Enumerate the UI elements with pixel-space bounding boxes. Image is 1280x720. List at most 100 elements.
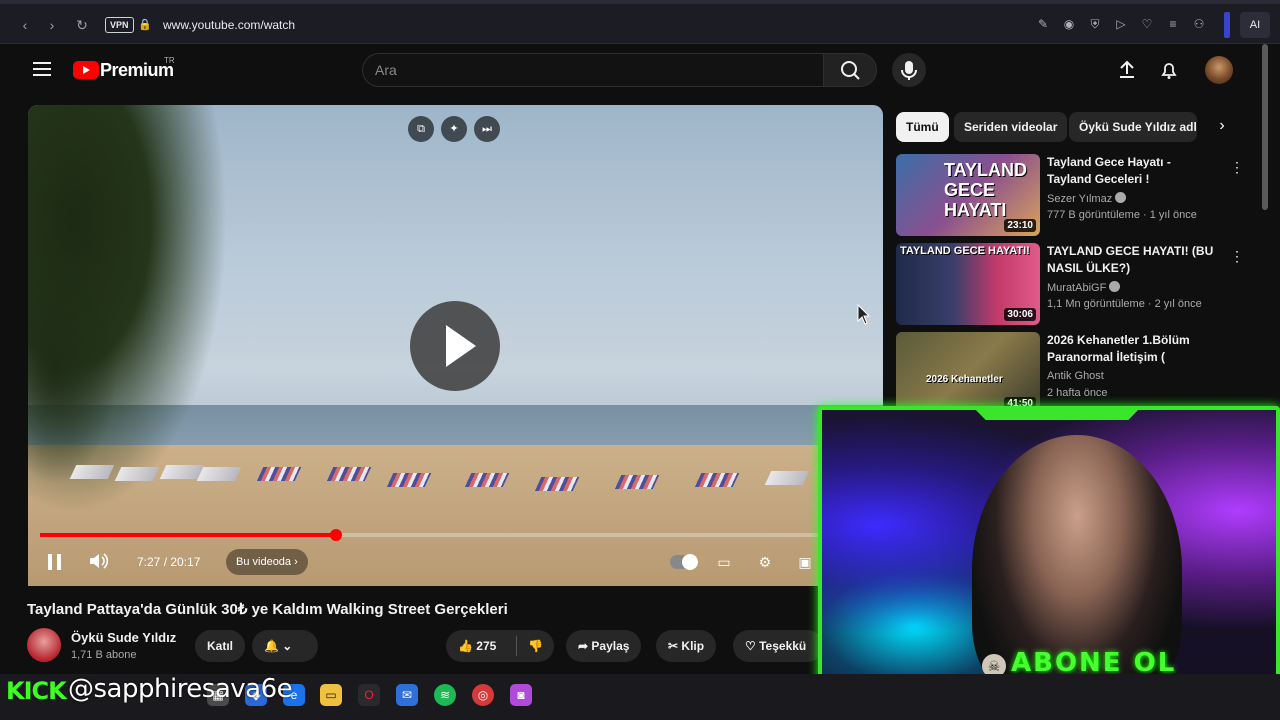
camera-icon[interactable]: ◉: [1061, 16, 1077, 32]
chevron-right-icon: ›: [294, 556, 298, 568]
account-avatar[interactable]: [1205, 56, 1233, 84]
share-label: Paylaş: [591, 639, 630, 653]
subtitles-icon[interactable]: ▭: [714, 553, 734, 571]
mail-icon[interactable]: ✉: [396, 684, 418, 706]
search-button[interactable]: [823, 53, 877, 87]
more-options-icon[interactable]: ⋮: [1230, 247, 1244, 265]
bell-icon: 🔔: [264, 639, 279, 653]
progress-bar[interactable]: [40, 529, 840, 541]
youtube-logo-icon[interactable]: [73, 61, 99, 79]
channel-name[interactable]: Öykü Sude Yıldız: [71, 630, 176, 645]
rec-channel: Sezer Yılmaz: [1047, 192, 1127, 205]
thumbnail-text: 2026 Kehanetler: [926, 374, 1003, 385]
clip-button[interactable]: ✂ Klip: [656, 630, 717, 662]
menu-icon[interactable]: ≡: [1165, 16, 1181, 32]
rec-channel-name[interactable]: MuratAbiGF: [1047, 282, 1106, 294]
video-thumbnail[interactable]: TAYLAND GECE HAYATI! 30:06: [896, 243, 1040, 325]
thanks-button[interactable]: ♡ Teşekkü: [733, 630, 823, 662]
more-options-icon[interactable]: ⋮: [1230, 336, 1236, 354]
chip-series[interactable]: Seriden videolar: [954, 112, 1068, 142]
video-thumbnail[interactable]: 2026 Kehanetler 41:50: [896, 332, 1040, 410]
webcam-overlay: ☠ ABONE OL: [818, 406, 1280, 694]
play-icon[interactable]: ▷: [1113, 16, 1129, 32]
ai-button[interactable]: AI: [1240, 12, 1270, 38]
thanks-heart-icon: ♡: [745, 639, 756, 653]
chevron-down-icon: ⌄: [282, 639, 293, 653]
notifications-bell-icon[interactable]: [1159, 60, 1179, 80]
join-button[interactable]: Katıl: [195, 630, 246, 662]
rec-title[interactable]: TAYLAND GECE HAYATI! (BU NASIL ÜLKE?): [1047, 243, 1217, 277]
rec-channel-name[interactable]: Antik Ghost: [1047, 370, 1104, 382]
camera-app-icon[interactable]: ◙: [510, 684, 532, 706]
chapter-label: Bu videoda: [236, 556, 292, 568]
kick-logo: KICK: [6, 677, 67, 705]
shield-icon[interactable]: ⛨: [1087, 16, 1103, 32]
verified-icon: [1109, 281, 1121, 292]
theater-mode-icon[interactable]: ▣: [795, 553, 815, 571]
clip-label: Klip: [681, 639, 705, 653]
heart-icon[interactable]: ♡: [1139, 16, 1155, 32]
search-input[interactable]: [362, 53, 824, 87]
tab-strip: [0, 0, 1280, 4]
edit-icon[interactable]: ✎: [1035, 16, 1051, 32]
rec-meta: 2 hafta önce: [1047, 387, 1108, 399]
pause-icon[interactable]: [48, 554, 62, 570]
chevron-right-icon[interactable]: ›: [1212, 116, 1232, 136]
logo-text[interactable]: Premium: [100, 60, 174, 81]
chapter-button[interactable]: Bu videoda ›: [226, 549, 308, 575]
region-code: TR: [164, 56, 175, 65]
search-icon: [841, 61, 860, 80]
progress-scrubber[interactable]: [330, 529, 342, 541]
microphone-icon: [901, 61, 917, 80]
upload-icon[interactable]: [1117, 60, 1137, 80]
forward-icon[interactable]: ›: [43, 16, 61, 34]
big-play-button[interactable]: [410, 301, 500, 391]
volume-icon[interactable]: [88, 551, 110, 571]
profile-icon[interactable]: ⚇: [1191, 16, 1207, 32]
search-placeholder: Ara: [375, 62, 397, 78]
hamburger-menu-icon[interactable]: [33, 62, 51, 76]
more-options-icon[interactable]: ⋮: [1230, 158, 1244, 176]
opera-icon[interactable]: O: [358, 684, 380, 706]
chip-channel[interactable]: Öykü Sude Yıldız adlı: [1069, 112, 1197, 142]
rec-channel-name[interactable]: Sezer Yılmaz: [1047, 193, 1112, 205]
settings-gear-icon[interactable]: ⚙: [755, 553, 775, 571]
reload-icon[interactable]: ↻: [73, 16, 91, 34]
channel-avatar[interactable]: [27, 628, 61, 662]
ai-sparkle-icon[interactable]: ✦: [441, 116, 467, 142]
like-count: 275: [476, 639, 497, 653]
progress-played: [40, 533, 336, 537]
beach-chair: [326, 467, 372, 481]
thumbs-down-icon[interactable]: 👎: [528, 630, 543, 662]
chip-all[interactable]: Tümü: [896, 112, 949, 142]
like-button[interactable]: 👍 275: [458, 630, 496, 662]
miniplayer-icon[interactable]: ⧉: [408, 116, 434, 142]
beach-chair: [694, 473, 740, 487]
back-icon[interactable]: ‹: [16, 16, 34, 34]
share-button[interactable]: ➦ Paylaş: [566, 630, 642, 662]
webcam-frame-accent: [972, 410, 1142, 420]
voice-search-button[interactable]: [892, 53, 926, 87]
spotify-icon[interactable]: ≋: [434, 684, 456, 706]
address-bar[interactable]: www.youtube.com/watch: [163, 18, 295, 32]
skip-icon[interactable]: ⏭: [474, 116, 500, 142]
page-scrollbar[interactable]: [1262, 44, 1268, 210]
rec-title[interactable]: Tayland Gece Hayatı - Tayland Geceleri !: [1047, 154, 1217, 188]
lock-icon[interactable]: 🔒: [138, 18, 152, 31]
thumbs-up-icon: 👍: [458, 639, 473, 653]
subscriber-count: 1,71 B abone: [71, 649, 137, 661]
vpn-badge[interactable]: VPN: [105, 17, 134, 33]
subscription-bell-button[interactable]: 🔔 ⌄: [252, 630, 318, 662]
beach-chair: [464, 473, 510, 487]
rec-title[interactable]: 2026 Kehanetler 1.Bölüm Paranormal İleti…: [1047, 332, 1217, 366]
share-icon: ➦: [578, 639, 589, 653]
list-item[interactable]: 2026 Kehanetler 41:50 2026 Kehanetler 1.…: [896, 332, 1236, 410]
taskbar-app-icon[interactable]: ◎: [472, 684, 494, 706]
beach-chair: [256, 467, 302, 481]
video-thumbnail[interactable]: TAYLAND GECE HAYATI 23:10: [896, 154, 1040, 236]
autoplay-toggle[interactable]: [670, 554, 698, 570]
folder-icon[interactable]: ▭: [320, 684, 342, 706]
list-item[interactable]: TAYLAND GECE HAYATI 23:10 Tayland Gece H…: [896, 154, 1244, 236]
list-item[interactable]: TAYLAND GECE HAYATI! 30:06 TAYLAND GECE …: [896, 243, 1244, 325]
beach-chair: [69, 465, 115, 479]
